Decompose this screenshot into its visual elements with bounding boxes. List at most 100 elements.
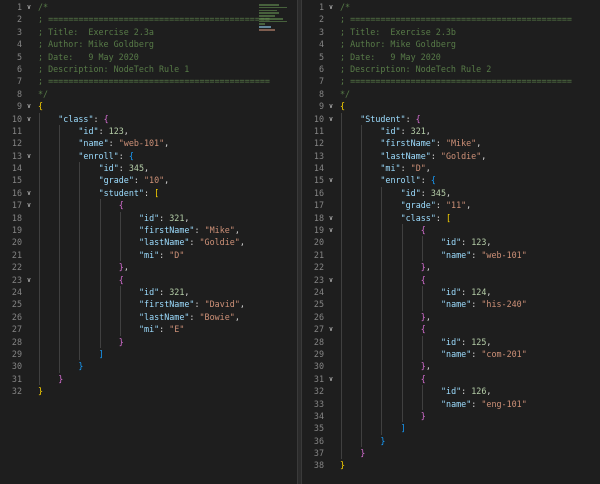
code-line[interactable]: 14 "id": 345,: [0, 162, 297, 175]
code-line[interactable]: 35]: [302, 422, 600, 435]
chevron-down-icon[interactable]: ∨: [327, 373, 335, 385]
chevron-down-icon[interactable]: ∨: [327, 323, 335, 335]
chevron-down-icon[interactable]: ∨: [327, 212, 335, 224]
code-line[interactable]: 21 "mi": "D": [0, 248, 297, 262]
code-line[interactable]: 26},: [302, 310, 600, 324]
code-line[interactable]: 24 "id": 124,: [302, 285, 600, 299]
code-line[interactable]: 7 ; =====================================…: [0, 75, 297, 87]
indent-guide: [341, 397, 342, 410]
code-line[interactable]: 4 ; Author: Mike Goldberg: [302, 38, 600, 50]
indent-guide: [381, 409, 383, 423]
code-line[interactable]: 11 "id": 321,: [302, 124, 600, 138]
code-line[interactable]: 14 "mi": "D",: [302, 162, 600, 175]
code-line[interactable]: 29]: [0, 347, 297, 361]
code-line[interactable]: 29 "name": "com-201": [302, 347, 600, 361]
chevron-down-icon[interactable]: ∨: [25, 150, 33, 162]
code-line[interactable]: 1 ∨ /*: [302, 1, 600, 13]
editor-pane-right[interactable]: 1 ∨/* 2; =================================…: [302, 0, 600, 484]
code-text: "mi": "D",: [380, 162, 430, 174]
code-line[interactable]: 16 "id": 345,: [302, 186, 600, 200]
code-line[interactable]: 28 "id": 125,: [302, 335, 600, 348]
indent-guide: [39, 310, 40, 324]
code-line[interactable]: 7 ; =====================================…: [302, 75, 600, 87]
chevron-down-icon[interactable]: ∨: [327, 274, 335, 286]
code-line[interactable]: 10 ∨ "class": {: [0, 112, 297, 125]
code-line[interactable]: 13 ∨ "enroll": {: [0, 149, 297, 163]
code-line[interactable]: 37}: [302, 447, 600, 460]
code-line[interactable]: 15 ∨ "enroll": {: [302, 174, 600, 187]
code-token: :: [430, 150, 441, 161]
code-line[interactable]: 4 ; Author: Mike Goldberg: [0, 38, 297, 50]
code-line[interactable]: 30}: [0, 360, 297, 373]
code-line[interactable]: 8 */: [0, 88, 297, 100]
chevron-down-icon[interactable]: ∨: [25, 100, 33, 112]
chevron-down-icon[interactable]: ∨: [327, 1, 335, 13]
code-line[interactable]: 10 ∨ "Student": {: [302, 112, 600, 125]
code-line[interactable]: 38}: [302, 459, 600, 471]
code-token: "firstName": [139, 225, 195, 236]
code-line[interactable]: 32 "id": 126,: [302, 385, 600, 398]
code-line[interactable]: 20 "id": 123,: [302, 236, 600, 249]
code-line[interactable]: 9 ∨ {: [0, 100, 297, 112]
code-line[interactable]: 21 "name": "web-101": [302, 248, 600, 262]
minimap[interactable]: [259, 4, 289, 38]
code-line[interactable]: 9 ∨ {: [302, 100, 600, 112]
chevron-down-icon[interactable]: ∨: [25, 1, 33, 13]
code-line[interactable]: 16 ∨ "student": [: [0, 186, 297, 200]
code-line[interactable]: 17 ∨ {: [0, 199, 297, 212]
code-line[interactable]: 5 ; Date: 9 May 2020: [0, 51, 297, 63]
code-line[interactable]: 25 "firstName": "David",: [0, 298, 297, 311]
editor-pane-left[interactable]: 1 ∨/* 2; =================================…: [0, 0, 297, 484]
code-token: "web-101": [118, 138, 165, 149]
chevron-down-icon[interactable]: ∨: [327, 224, 335, 236]
code-line[interactable]: 30},: [302, 360, 600, 373]
code-area-right[interactable]: 1 ∨/* 2; =================================…: [302, 1, 600, 472]
code-line[interactable]: 18 "id": 321,: [0, 211, 297, 225]
code-line[interactable]: 15 "grade": "10",: [0, 174, 297, 187]
code-line[interactable]: 18 ∨ "class": [: [302, 211, 600, 225]
code-line[interactable]: 33 "name": "eng-101": [302, 397, 600, 410]
code-token: }: [340, 460, 346, 471]
code-line[interactable]: 27 ∨ {: [302, 323, 600, 336]
chevron-down-icon[interactable]: ∨: [25, 199, 33, 211]
code-line[interactable]: 2 ; =====================================…: [0, 13, 297, 25]
code-line[interactable]: 5 ; Date: 9 May 2020: [302, 51, 600, 63]
code-line[interactable]: 12 "firstName": "Mike",: [302, 137, 600, 150]
code-area-left[interactable]: 1 ∨/* 2; =================================…: [0, 1, 297, 398]
code-line[interactable]: 25 "name": "his-240": [302, 298, 600, 311]
code-line[interactable]: 23 ∨ {: [302, 273, 600, 286]
code-line[interactable]: 3 ; Title: Exercise 2.3a: [0, 26, 297, 38]
code-line[interactable]: 34}: [302, 409, 600, 423]
code-line[interactable]: 11 "id": 123,: [0, 124, 297, 138]
code-line[interactable]: 22},: [0, 261, 297, 274]
code-line[interactable]: 6 ; Description: NodeTech Rule 1: [0, 63, 297, 75]
code-line[interactable]: 27 "mi": "E": [0, 323, 297, 336]
code-line[interactable]: 31 ∨ {: [302, 372, 600, 386]
code-line[interactable]: 6 ; Description: NodeTech Rule 2: [302, 63, 600, 75]
chevron-down-icon[interactable]: ∨: [327, 113, 335, 125]
code-line[interactable]: 31}: [0, 372, 297, 386]
code-line[interactable]: 36}: [302, 434, 600, 448]
code-line[interactable]: 13 "lastName": "Goldie",: [302, 149, 600, 163]
code-line[interactable]: 3 ; Title: Exercise 2.3b: [302, 26, 600, 38]
code-line[interactable]: 8 */: [302, 88, 600, 100]
code-line[interactable]: 22},: [302, 261, 600, 274]
code-line[interactable]: 2 ; =====================================…: [302, 13, 600, 25]
code-line[interactable]: 17 "grade": "11",: [302, 199, 600, 212]
code-line[interactable]: 24 "id": 321,: [0, 285, 297, 299]
code-line[interactable]: 1 ∨ /*: [0, 1, 297, 13]
code-line[interactable]: 26 "lastName": "Bowie",: [0, 310, 297, 324]
code-line[interactable]: 19 "firstName": "Mike",: [0, 224, 297, 237]
chevron-down-icon[interactable]: ∨: [25, 113, 33, 125]
code-line[interactable]: 28}: [0, 335, 297, 348]
line-number: 22: [11, 262, 22, 273]
code-line[interactable]: 12 "name": "web-101",: [0, 137, 297, 150]
chevron-down-icon[interactable]: ∨: [327, 100, 335, 112]
code-line[interactable]: 23 ∨ {: [0, 273, 297, 286]
chevron-down-icon[interactable]: ∨: [327, 174, 335, 186]
code-line[interactable]: 19 ∨ {: [302, 224, 600, 237]
code-line[interactable]: 32}: [0, 385, 297, 397]
chevron-down-icon[interactable]: ∨: [25, 187, 33, 199]
code-line[interactable]: 20 "lastName": "Goldie",: [0, 236, 297, 249]
chevron-down-icon[interactable]: ∨: [25, 274, 33, 286]
